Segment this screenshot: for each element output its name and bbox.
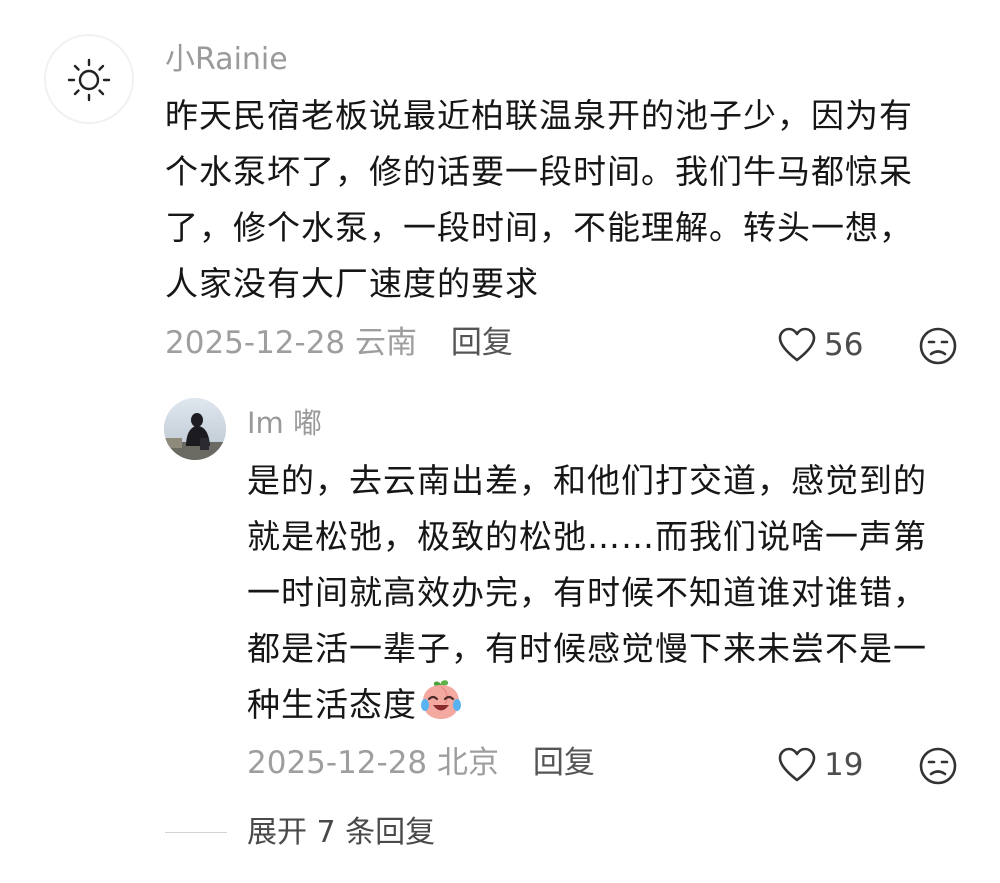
heart-outline-icon xyxy=(778,747,816,782)
reply-button[interactable]: 回复 xyxy=(533,745,595,781)
comment-line: 了，修个水泵，一段时间，不能理解。转头一想， xyxy=(165,208,913,247)
reply-line: 是的，去云南出差，和他们打交道，感觉到的 xyxy=(247,461,927,500)
avatar[interactable] xyxy=(44,34,134,124)
reply-username[interactable]: Im 嘟 xyxy=(247,405,322,441)
comment-username[interactable]: 小Rainie xyxy=(165,42,288,78)
dislike-face-icon[interactable] xyxy=(918,326,958,366)
comment-location: 云南 xyxy=(355,325,418,361)
comment-meta: 2025-12-28 云南 回复 xyxy=(165,323,513,363)
expand-divider xyxy=(165,832,227,833)
user-photo-avatar[interactable] xyxy=(164,398,226,460)
comment-line: 个水泵坏了，修的话要一段时间。我们牛马都惊呆 xyxy=(165,152,913,191)
reply-line: 就是松弛，极致的松弛……而我们说啥一声第 xyxy=(247,517,927,556)
reply-line-last: 种生活态度 xyxy=(247,677,977,733)
reply-button[interactable]: 回复 xyxy=(451,325,513,361)
reply-line-text: 种生活态度 xyxy=(247,685,417,724)
reply-line: 一时间就高效办完，有时候不知道谁对谁错， xyxy=(247,573,927,612)
reply-location: 北京 xyxy=(437,745,500,781)
heart-outline-icon xyxy=(778,327,816,362)
sun-icon xyxy=(67,58,111,102)
reply-meta: 2025-12-28 北京 回复 xyxy=(247,743,595,783)
dislike-face-icon[interactable] xyxy=(918,746,958,786)
reply-text[interactable]: 是的，去云南出差，和他们打交道，感觉到的 就是松弛，极致的松弛……而我们说啥一声… xyxy=(247,453,977,733)
comment-text[interactable]: 昨天民宿老板说最近柏联温泉开的池子少，因为有 个水泵坏了，修的话要一段时间。我们… xyxy=(165,88,965,312)
comment-thread: 小Rainie 昨天民宿老板说最近柏联温泉开的池子少，因为有 个水泵坏了，修的话… xyxy=(0,0,1000,883)
reply-date: 2025-12-28 xyxy=(247,745,428,781)
comment-line: 人家没有大厂速度的要求 xyxy=(165,264,539,303)
comment-date: 2025-12-28 xyxy=(165,325,346,361)
like-button[interactable]: 56 xyxy=(778,325,863,365)
like-count: 19 xyxy=(824,747,864,783)
expand-replies-button[interactable]: 展开 7 条回复 xyxy=(247,813,435,853)
like-button[interactable]: 19 xyxy=(778,745,863,785)
like-count: 56 xyxy=(824,327,864,363)
reply-line: 都是活一辈子，有时候感觉慢下来未尝不是一 xyxy=(247,629,927,668)
crying-laughing-peach-emoji xyxy=(421,680,461,719)
comment-line: 昨天民宿老板说最近柏联温泉开的池子少，因为有 xyxy=(165,96,913,135)
